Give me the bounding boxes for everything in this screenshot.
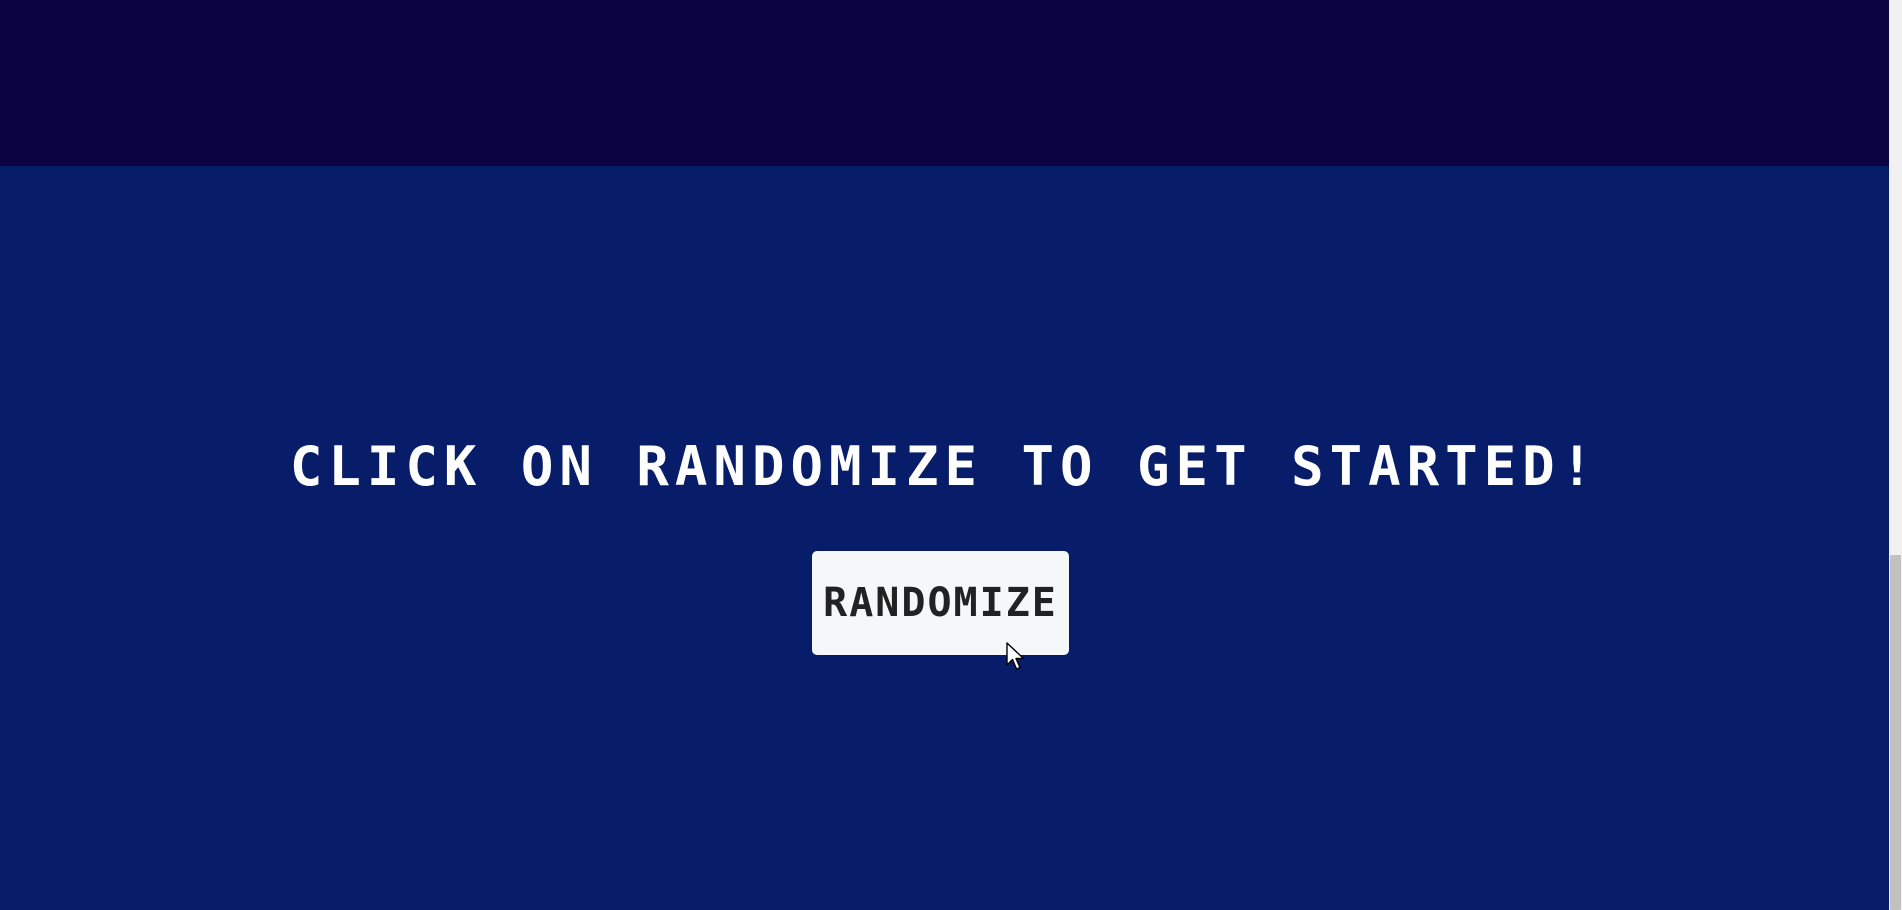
main-section: [0, 166, 1889, 910]
randomize-button[interactable]: RANDOMIZE: [812, 551, 1069, 655]
header-band: [0, 0, 1889, 166]
page-viewport: CLICK ON RANDOMIZE TO GET STARTED! RANDO…: [0, 0, 1889, 910]
get-started-heading: CLICK ON RANDOMIZE TO GET STARTED!: [289, 435, 1600, 498]
scrollbar-thumb[interactable]: [1890, 555, 1901, 910]
